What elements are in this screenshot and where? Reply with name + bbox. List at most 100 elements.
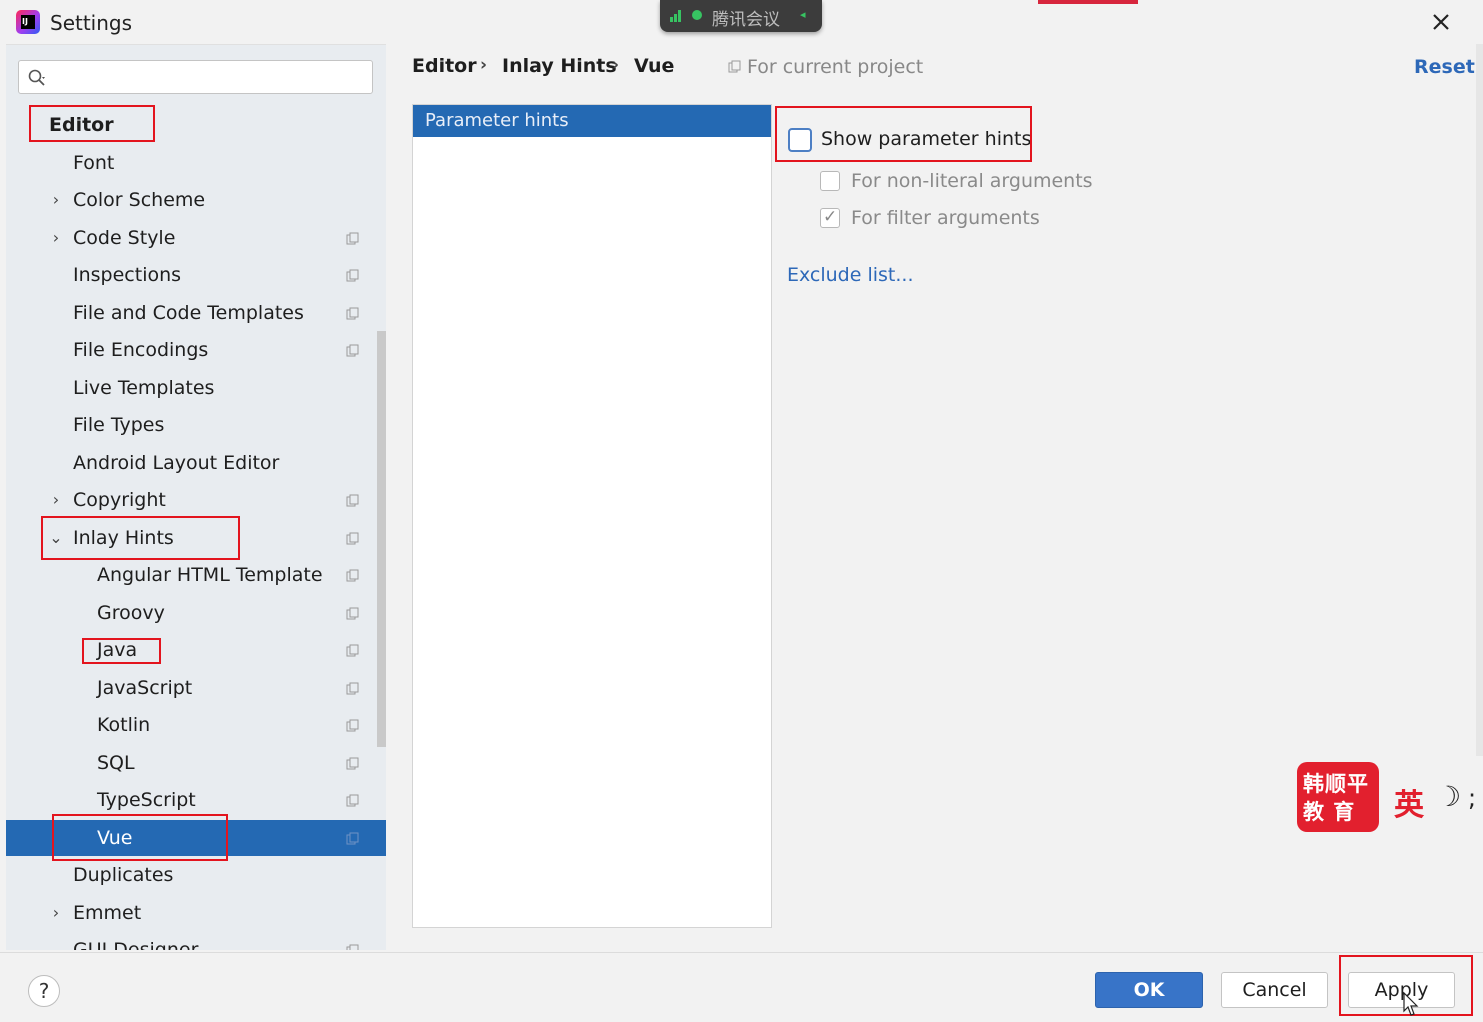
sidebar-item-label: Inlay Hints (73, 527, 174, 549)
project-scope-icon (346, 532, 359, 545)
sidebar-item-label: SQL (97, 752, 135, 774)
chevron-right-icon[interactable]: › (48, 182, 64, 218)
sidebar-item-code-style[interactable]: › Code Style (6, 220, 386, 256)
cancel-button[interactable]: Cancel (1221, 972, 1328, 1008)
moon-icon: ☽ (1436, 780, 1462, 813)
project-scope-icon (346, 494, 359, 507)
signal-icon (670, 10, 684, 22)
watermark-logo: 韩顺平 教 育 (1297, 762, 1379, 832)
project-scope-icon (346, 682, 359, 695)
sidebar-item-label: Vue (97, 827, 133, 849)
sidebar-item-inlay-hints[interactable]: ⌄ Inlay Hints (6, 520, 386, 556)
list-item-parameter-hints[interactable]: Parameter hints (413, 105, 771, 137)
sidebar-item-label: Font (73, 152, 115, 174)
breadcrumb-item-inlay-hints[interactable]: Inlay Hints (502, 55, 617, 77)
sidebar-item-label: Emmet (73, 902, 142, 924)
accent-strip (1038, 0, 1138, 4)
ok-button[interactable]: OK (1095, 972, 1203, 1008)
chevron-right-icon[interactable]: › (48, 482, 64, 518)
breadcrumb-item-vue: Vue (634, 55, 675, 77)
option-label: For non-literal arguments (851, 170, 1093, 192)
breadcrumb-separator: › (480, 55, 488, 75)
meeting-label: 腾讯会议 (712, 10, 780, 30)
sidebar-item-file-types[interactable]: File Types (6, 407, 386, 443)
sidebar-item-java[interactable]: Java (6, 632, 386, 668)
sidebar-item-label: Copyright (73, 489, 166, 511)
sidebar-item-groovy[interactable]: Groovy (6, 595, 386, 631)
sidebar-item-android-layout-editor[interactable]: Android Layout Editor (6, 445, 386, 481)
status-dot-icon (692, 10, 702, 20)
close-button[interactable] (1427, 8, 1455, 36)
project-scope-icon (728, 60, 741, 73)
sidebar-scrollbar[interactable] (377, 331, 386, 747)
meeting-indicator[interactable]: 腾讯会议 ◂ (660, 0, 822, 32)
window-title: Settings (50, 11, 133, 35)
sidebar-item-sql[interactable]: SQL (6, 745, 386, 781)
sidebar-item-copyright[interactable]: › Copyright (6, 482, 386, 518)
breadcrumb-item-editor[interactable]: Editor (412, 55, 477, 77)
sidebar-item-inspections[interactable]: Inspections (6, 257, 386, 293)
sidebar-item-file-and-code-templates[interactable]: File and Code Templates (6, 295, 386, 331)
project-scope-icon (346, 794, 359, 807)
dialog-footer: ? OK Cancel Apply (0, 952, 1483, 1022)
exclude-list-link[interactable]: Exclude list... (787, 264, 914, 286)
title-bar: IJ Settings 腾讯会议 ◂ (0, 0, 1483, 44)
search-input[interactable] (18, 60, 373, 94)
hint-type-list[interactable]: Parameter hints (412, 104, 772, 928)
settings-sidebar: Editor Font › Color Scheme › Code Style … (6, 44, 386, 950)
help-button[interactable]: ? (28, 975, 60, 1007)
sidebar-item-label: File Encodings (73, 339, 209, 361)
scope-indicator: For current project (728, 56, 923, 78)
sidebar-item-javascript[interactable]: JavaScript (6, 670, 386, 706)
sidebar-item-emmet[interactable]: › Emmet (6, 895, 386, 931)
project-scope-icon (346, 307, 359, 320)
sidebar-item-label: JavaScript (97, 677, 193, 699)
chevron-right-icon[interactable]: › (48, 895, 64, 931)
sidebar-item-typescript[interactable]: TypeScript (6, 782, 386, 818)
project-scope-icon (346, 832, 359, 845)
chevron-down-icon[interactable]: ⌄ (48, 520, 64, 556)
reset-link[interactable]: Reset (1414, 56, 1475, 78)
sidebar-item-label: Editor (49, 114, 114, 136)
intellij-logo-icon: IJ (16, 10, 40, 34)
sidebar-item-label: Live Templates (73, 377, 215, 399)
sidebar-item-color-scheme[interactable]: › Color Scheme (6, 182, 386, 218)
sidebar-item-label: Java (97, 639, 138, 661)
sidebar-item-vue[interactable]: Vue (6, 820, 386, 856)
window-edge (1476, 44, 1483, 756)
project-scope-icon (346, 569, 359, 582)
camera-icon: ◂ (800, 8, 806, 21)
sidebar-item-label: Kotlin (97, 714, 151, 736)
sidebar-item-duplicates[interactable]: Duplicates (6, 857, 386, 893)
option-label: Show parameter hints (821, 128, 1032, 150)
apply-button[interactable]: Apply (1348, 972, 1455, 1008)
project-scope-icon (346, 719, 359, 732)
sidebar-item-label: Code Style (73, 227, 176, 249)
project-scope-icon (346, 644, 359, 657)
sidebar-item-label: TypeScript (97, 789, 196, 811)
project-scope-icon (346, 269, 359, 282)
sidebar-item-live-templates[interactable]: Live Templates (6, 370, 386, 406)
project-scope-icon (346, 232, 359, 245)
watermark-line1: 韩顺平 (1303, 772, 1369, 796)
project-scope-icon (346, 607, 359, 620)
chevron-right-icon[interactable]: › (48, 220, 64, 256)
settings-window: IJ Settings 腾讯会议 ◂ Editor Font › Color S… (0, 0, 1483, 1022)
show-parameter-hints-checkbox[interactable] (788, 128, 812, 152)
project-scope-icon (346, 344, 359, 357)
close-icon (1433, 14, 1449, 30)
punctuation-indicator: ; (1468, 784, 1477, 812)
scope-label: For current project (747, 56, 924, 78)
sidebar-item-editor[interactable]: Editor (6, 107, 386, 143)
watermark-line2: 教 育 (1303, 800, 1356, 824)
sidebar-item-kotlin[interactable]: Kotlin (6, 707, 386, 743)
sidebar-item-font[interactable]: Font (6, 145, 386, 181)
filter-arguments-checkbox[interactable] (820, 207, 840, 228)
sidebar-item-file-encodings[interactable]: File Encodings (6, 332, 386, 368)
sidebar-item-label: File and Code Templates (73, 302, 304, 324)
search-icon (28, 69, 45, 86)
sidebar-item-gui-designer[interactable]: GUI Designer (6, 932, 386, 950)
mouse-cursor-icon (1403, 992, 1419, 1016)
sidebar-item-angular-html-template[interactable]: Angular HTML Template (6, 557, 386, 593)
non-literal-arguments-checkbox[interactable] (820, 171, 840, 191)
